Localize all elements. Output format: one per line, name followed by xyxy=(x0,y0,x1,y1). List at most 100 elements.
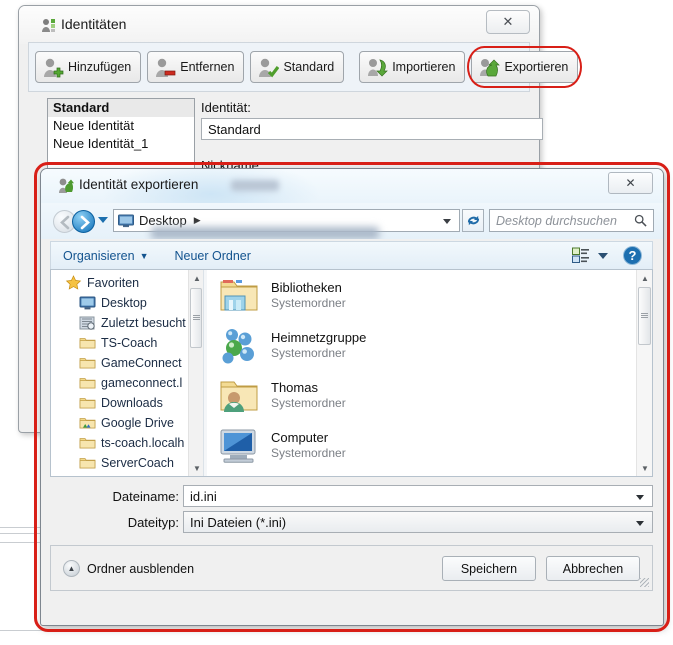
cancel-button[interactable]: Abbrechen xyxy=(546,556,640,581)
add-identity-label: Hinzufügen xyxy=(68,60,132,74)
export-identity-button[interactable]: Exportieren xyxy=(467,46,583,88)
default-identity-label: Standard xyxy=(283,60,335,74)
filename-row: Dateiname: id.ini xyxy=(41,485,663,511)
chevron-up-circle-icon: ▲ xyxy=(63,560,80,577)
hide-folders-label: Ordner ausblenden xyxy=(87,561,195,576)
file-list-item[interactable]: Computer Systemordner xyxy=(207,420,652,470)
sidebar-item-recent-places[interactable]: Zuletzt besucht xyxy=(51,313,203,333)
dialog-title: Identität exportieren xyxy=(79,177,199,192)
resize-grip-icon[interactable] xyxy=(640,578,649,587)
nav-item-label: Favoriten xyxy=(87,276,140,290)
identities-close-button[interactable]: ✕ xyxy=(486,10,530,34)
file-item-name: Thomas xyxy=(271,379,318,395)
filetype-label: Dateityp: xyxy=(127,515,179,530)
identity-name-input[interactable]: Standard xyxy=(201,118,543,140)
redacted-path-blur xyxy=(151,227,379,239)
folder-icon xyxy=(79,378,96,389)
view-layout-icon[interactable] xyxy=(572,247,590,264)
scroll-thumb-grip xyxy=(641,313,648,319)
identity-list-item[interactable]: Neue Identität_1 xyxy=(48,135,194,153)
file-item-type: Systemordner xyxy=(271,295,346,310)
star-icon xyxy=(65,275,82,290)
breadcrumb-separator-icon[interactable]: ▶ xyxy=(194,215,201,226)
hide-folders-toggle[interactable]: ▲ Ordner ausblenden xyxy=(63,560,194,577)
sidebar-item-gameconnect[interactable]: GameConnect xyxy=(51,353,203,373)
user-identities-icon xyxy=(42,19,55,32)
file-item-type: Systemordner xyxy=(271,345,346,360)
identity-list-item[interactable]: Standard xyxy=(48,99,194,117)
nav-group-favorites[interactable]: Favoriten xyxy=(51,273,203,293)
scroll-up-arrow-icon[interactable]: ▲ xyxy=(637,270,652,286)
command-bar: Organisieren ▼ Neuer Ordner ? xyxy=(50,241,653,269)
homegroup-icon xyxy=(222,329,254,364)
filetype-row: Dateityp: Ini Dateien (*.ini) xyxy=(41,511,663,537)
default-identity-button[interactable]: Standard xyxy=(250,51,345,83)
scroll-down-arrow-icon[interactable]: ▼ xyxy=(637,460,652,476)
identity-field-label: Identität: xyxy=(201,100,251,115)
scroll-down-arrow-icon[interactable]: ▼ xyxy=(189,460,203,476)
folder-icon xyxy=(79,398,96,409)
filetype-chevron-down-icon[interactable] xyxy=(636,521,644,526)
remove-identity-button[interactable]: Entfernen xyxy=(147,51,245,83)
filename-input[interactable]: id.ini xyxy=(183,485,653,507)
folder-icon xyxy=(79,458,96,469)
navigation-pane: Favoriten Desktop Zuletzt besucht TS-Coa… xyxy=(51,270,203,476)
desktop-icon xyxy=(79,296,96,310)
refresh-icon xyxy=(467,215,479,226)
save-button[interactable]: Speichern xyxy=(442,556,536,581)
export-identity-icon xyxy=(59,178,74,193)
refresh-button[interactable] xyxy=(462,209,484,232)
chevron-down-icon[interactable]: ▼ xyxy=(140,251,149,261)
file-list-item[interactable]: Bibliotheken Systemordner xyxy=(207,270,652,320)
sidebar-item-desktop[interactable]: Desktop xyxy=(51,293,203,313)
sidebar-item-ts-coach[interactable]: TS-Coach xyxy=(51,333,203,353)
navigation-bar: Desktop ▶ Desktop durchsuchen xyxy=(41,203,663,239)
background-window-edge xyxy=(0,630,58,631)
dialog-close-button[interactable]: ✕ xyxy=(608,172,653,194)
folder-icon xyxy=(79,358,96,369)
identity-list-item[interactable]: Neue Identität xyxy=(48,117,194,135)
navigation-pane-scrollbar[interactable]: ▲ ▼ xyxy=(188,270,203,476)
search-input[interactable]: Desktop durchsuchen xyxy=(489,209,654,232)
new-folder-button[interactable]: Neuer Ordner xyxy=(175,249,251,263)
desktop-monitor-icon xyxy=(118,214,134,227)
view-chevron-down-icon[interactable] xyxy=(598,253,608,259)
filename-chevron-down-icon[interactable] xyxy=(636,495,644,500)
user-import-icon xyxy=(368,58,389,76)
user-add-icon xyxy=(44,58,64,77)
identity-list[interactable]: Standard Neue Identität Neue Identität_1 xyxy=(47,98,195,172)
file-item-name: Heimnetzgruppe xyxy=(271,329,367,345)
scroll-up-arrow-icon[interactable]: ▲ xyxy=(189,270,203,286)
folder-icon xyxy=(79,438,96,449)
sidebar-item-gameconnect-local[interactable]: gameconnect.l xyxy=(51,373,203,393)
organize-menu[interactable]: Organisieren xyxy=(63,249,135,263)
user-export-icon xyxy=(480,58,501,76)
sidebar-item-google-drive[interactable]: Google Drive xyxy=(51,413,203,433)
export-identity-dialog: Identität exportieren ✕ Desktop ▶ Deskto… xyxy=(40,168,664,626)
filetype-value: Ini Dateien (*.ini) xyxy=(190,514,287,530)
file-scroll-thumb[interactable] xyxy=(638,287,651,345)
address-chevron-down-icon[interactable] xyxy=(443,219,451,224)
user-folder-icon xyxy=(220,381,258,412)
sidebar-item-servercoach[interactable]: ServerCoach xyxy=(51,453,203,473)
filetype-select[interactable]: Ini Dateien (*.ini) xyxy=(183,511,653,533)
file-list-scrollbar[interactable]: ▲ ▼ xyxy=(636,270,652,476)
chevron-down-icon[interactable] xyxy=(98,217,108,223)
sidebar-item-ts-coach-localhost[interactable]: ts-coach.localh xyxy=(51,433,203,453)
navigation-pane-list: Favoriten Desktop Zuletzt besucht TS-Coa… xyxy=(51,273,203,473)
file-item-type: Systemordner xyxy=(271,445,346,460)
address-bar-value: Desktop xyxy=(139,213,187,228)
file-list-item[interactable]: Thomas Systemordner xyxy=(207,370,652,420)
import-identity-button[interactable]: Importieren xyxy=(359,51,466,83)
sidebar-item-downloads[interactable]: Downloads xyxy=(51,393,203,413)
file-browser: Favoriten Desktop Zuletzt besucht TS-Coa… xyxy=(50,269,653,477)
file-item-name: Bibliotheken xyxy=(271,279,342,295)
libraries-icon xyxy=(220,280,258,311)
dialog-footer: ▲ Ordner ausblenden Speichern Abbrechen xyxy=(50,545,653,591)
forward-arrow-icon[interactable] xyxy=(72,210,95,233)
help-question-icon[interactable]: ? xyxy=(623,246,642,265)
file-list-item[interactable]: Heimnetzgruppe Systemordner xyxy=(207,320,652,370)
navigation-scroll-thumb[interactable] xyxy=(190,288,202,348)
add-identity-button[interactable]: Hinzufügen xyxy=(35,51,142,83)
magnifier-icon xyxy=(634,214,647,227)
